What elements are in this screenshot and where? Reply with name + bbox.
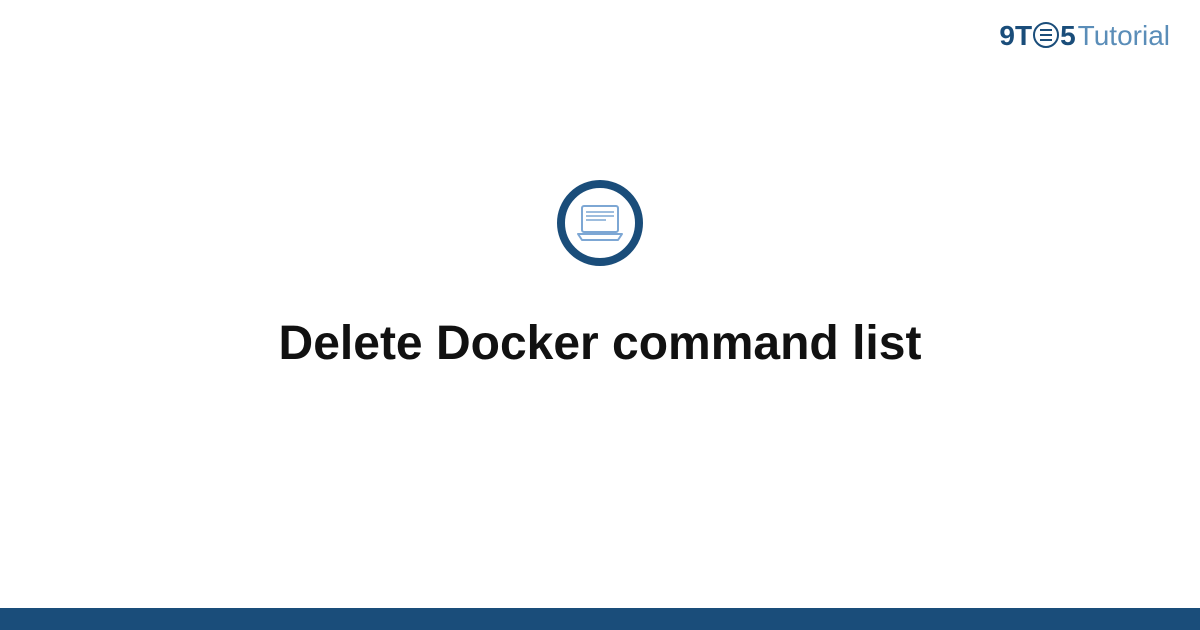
laptop-icon	[576, 204, 624, 242]
logo-text-tutorial: Tutorial	[1078, 20, 1170, 52]
logo-text-5: 5	[1060, 20, 1076, 52]
footer-bar	[0, 608, 1200, 630]
main-content: Delete Docker command list	[0, 0, 1200, 630]
logo-text-9t: 9T	[999, 20, 1032, 52]
site-logo: 9T 5 Tutorial	[999, 20, 1170, 52]
logo-circle-icon	[1033, 22, 1059, 48]
page-title: Delete Docker command list	[279, 316, 922, 371]
tutorial-icon-circle	[557, 180, 643, 266]
